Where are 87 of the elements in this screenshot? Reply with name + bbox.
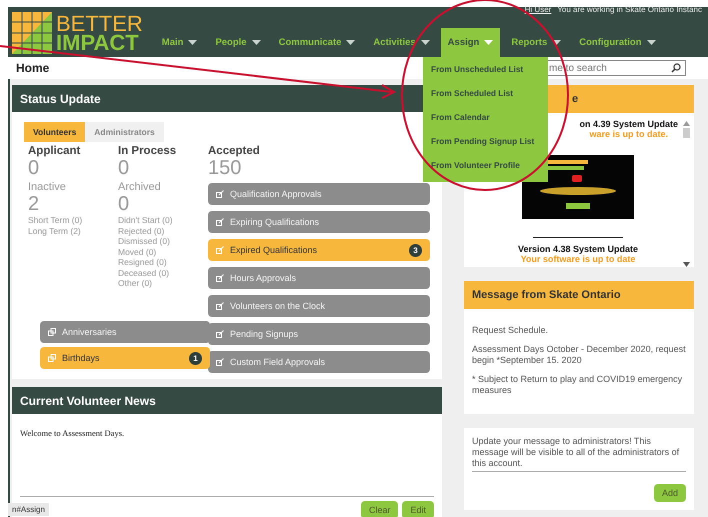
status-detail: Resigned (0): [118, 257, 168, 268]
count-badge: 1: [189, 352, 202, 364]
caret-icon: [552, 40, 562, 45]
status-heading: Applicant: [28, 145, 82, 157]
message-text: * Subject to Return to play and COVID19 emergency measures: [472, 374, 684, 396]
admin-message-text: Update your message to administrators! This message will be visible to all of the administrators of this account.: [472, 436, 686, 472]
menu-item[interactable]: From Volunteer Profile: [423, 154, 548, 178]
scroll-up-icon[interactable]: [682, 121, 690, 126]
count-badge: 3: [409, 244, 422, 256]
status-link-button[interactable]: Expired Qualifications 3: [208, 239, 430, 261]
status-subheading: Inactive: [28, 181, 67, 193]
windows-icon: [48, 328, 56, 336]
page-title: Home: [16, 61, 50, 75]
status-link-button[interactable]: Pending Signups: [208, 323, 430, 345]
status-count: 0: [118, 157, 130, 179]
status-detail: Didn't Start (0): [118, 215, 174, 226]
status-heading: In Process: [118, 145, 178, 157]
status-subheading: Archived: [118, 181, 162, 193]
external-link-icon: [216, 358, 224, 366]
panel-title: Current Volunteer News: [20, 394, 156, 408]
message-text: Request Schedule.: [472, 325, 550, 336]
status-link-button[interactable]: Birthdays 1: [40, 347, 210, 369]
status-link-button[interactable]: Anniversaries: [40, 321, 210, 343]
caret-icon: [188, 40, 198, 45]
external-link-icon: [216, 190, 224, 198]
caret-icon: [420, 40, 430, 45]
caret-icon: [252, 40, 261, 45]
nav-menu-item[interactable]: Assign: [440, 28, 500, 57]
status-detail: Deceased (0): [118, 268, 170, 278]
status-heading: Accepted: [208, 145, 261, 157]
tab[interactable]: Volunteers: [24, 122, 86, 142]
user-link[interactable]: Hi User: [524, 4, 552, 14]
status-link-button[interactable]: Qualification Approvals: [208, 183, 430, 205]
status-detail: Moved (0): [118, 246, 158, 257]
nav-menu-item[interactable]: Communicate: [272, 28, 362, 57]
status-detail: Dismissed (0): [118, 236, 171, 246]
panel-title: e: [572, 93, 578, 105]
news-button[interactable]: Edit: [402, 501, 434, 517]
menu-item[interactable]: From Scheduled List: [423, 82, 548, 106]
panel-title: Message from Skate Ontario: [472, 289, 621, 301]
status-detail: Rejected (0): [118, 226, 166, 236]
update-title: Version 4.38 System Update: [518, 244, 638, 254]
status-detail: Other (0): [118, 278, 154, 288]
news-text: Welcome to Assessment Days.: [20, 428, 126, 440]
windows-icon: [48, 354, 56, 362]
status-detail: Long Term (2): [28, 226, 82, 236]
message-text: Assessment Days October - December 2020, request begin *September 15. 2020: [472, 344, 686, 366]
logo-text: IMPACT: [56, 33, 139, 52]
scroll-thumb[interactable]: [682, 128, 690, 138]
update-title: on 4.39 System Update: [579, 119, 678, 129]
menu-item[interactable]: From Calendar: [423, 106, 548, 130]
caret-icon: [646, 40, 656, 45]
logo-grid-icon: [12, 12, 52, 54]
nav-menu-item[interactable]: Main: [154, 28, 204, 57]
external-link-icon: [216, 246, 224, 254]
caret-icon: [346, 40, 356, 45]
status-count: 150: [208, 157, 242, 179]
news-button[interactable]: Clear: [360, 501, 398, 517]
external-link-icon: [216, 218, 224, 226]
status-link-button[interactable]: Hours Approvals: [208, 267, 430, 289]
add-button[interactable]: Add: [654, 484, 686, 502]
status-bar-url: n#Assign: [8, 503, 49, 516]
scrollbar[interactable]: [682, 119, 690, 267]
status-link-button[interactable]: Expiring Qualifications: [208, 211, 430, 233]
caret-icon: [484, 40, 494, 45]
external-link-icon: [216, 302, 224, 310]
status-count: 0: [118, 193, 130, 215]
tab[interactable]: Administrators: [85, 122, 164, 142]
external-link-icon: [216, 274, 224, 282]
status-detail: Short Term (0): [28, 215, 84, 226]
update-status: Your software is up to date: [520, 254, 636, 264]
status-link-button[interactable]: Volunteers on the Clock: [208, 295, 430, 317]
menu-item[interactable]: From Pending Signup List: [423, 130, 548, 154]
nav-menu-item[interactable]: Configuration: [572, 28, 663, 57]
nav-menu-item[interactable]: Activities: [366, 28, 437, 57]
status-count: 0: [28, 157, 40, 179]
account-context-text: You are working in Skate Ontario Instanc: [557, 4, 702, 14]
nav-menu-item[interactable]: Reports: [504, 28, 568, 57]
update-status: ware is up to date.: [589, 129, 668, 139]
external-link-icon: [216, 330, 224, 338]
scroll-down-icon[interactable]: [682, 262, 690, 267]
nav-menu-item[interactable]: People: [208, 28, 268, 57]
logo-text: BETTER: [56, 14, 143, 33]
status-link-button[interactable]: Custom Field Approvals: [208, 351, 430, 373]
search-icon: [671, 63, 681, 73]
status-count: 2: [28, 193, 40, 215]
panel-title: Status Update: [20, 92, 101, 106]
